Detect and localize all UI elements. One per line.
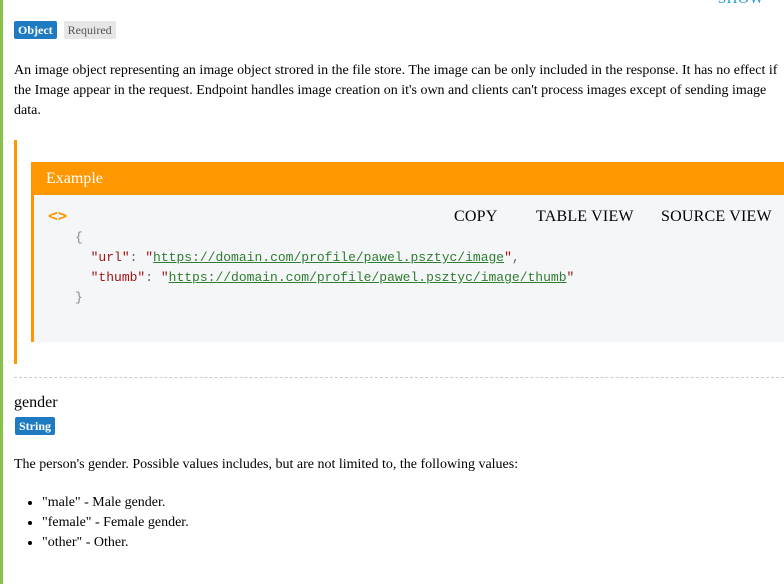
type-badge-object: Object xyxy=(14,21,57,39)
json-open-brace: { xyxy=(75,230,83,245)
example-title: Example xyxy=(34,162,784,195)
thumb-value-link[interactable]: https://domain.com/profile/pawel.psztyc/… xyxy=(169,270,567,285)
json-key-thumb: "thumb" xyxy=(90,270,146,285)
list-item: "female" - Female gender. xyxy=(42,513,189,533)
list-item: "other" - Other. xyxy=(42,533,189,553)
required-badge: Required xyxy=(63,21,116,39)
gender-values-list: "male" - Male gender. "female" - Female … xyxy=(14,493,189,553)
property-name-gender: gender xyxy=(14,394,58,411)
image-description: An image object representing an image ob… xyxy=(14,63,778,118)
json-key-url: "url" xyxy=(90,250,130,265)
code-brackets-icon[interactable]: <> xyxy=(48,206,67,225)
left-rail xyxy=(0,0,3,584)
gender-description: The person's gender. Possible values inc… xyxy=(14,457,519,472)
example-code: { "url": "https://domain.com/profile/paw… xyxy=(75,230,575,305)
json-close-brace: } xyxy=(75,290,83,305)
show-link[interactable]: SHOW xyxy=(718,0,764,8)
url-value-link[interactable]: https://domain.com/profile/pawel.psztyc/… xyxy=(153,250,504,265)
list-item: "male" - Male gender. xyxy=(42,493,189,513)
type-badge-string: String xyxy=(15,417,56,435)
section-divider xyxy=(14,377,784,378)
example-section: Example <> COPY TABLE VIEW SOURCE VIEW {… xyxy=(14,140,784,364)
copy-button[interactable]: COPY xyxy=(454,208,497,226)
image-badges: Object Required xyxy=(14,21,116,39)
table-view-button[interactable]: TABLE VIEW xyxy=(536,208,634,226)
source-view-button[interactable]: SOURCE VIEW xyxy=(661,208,772,226)
